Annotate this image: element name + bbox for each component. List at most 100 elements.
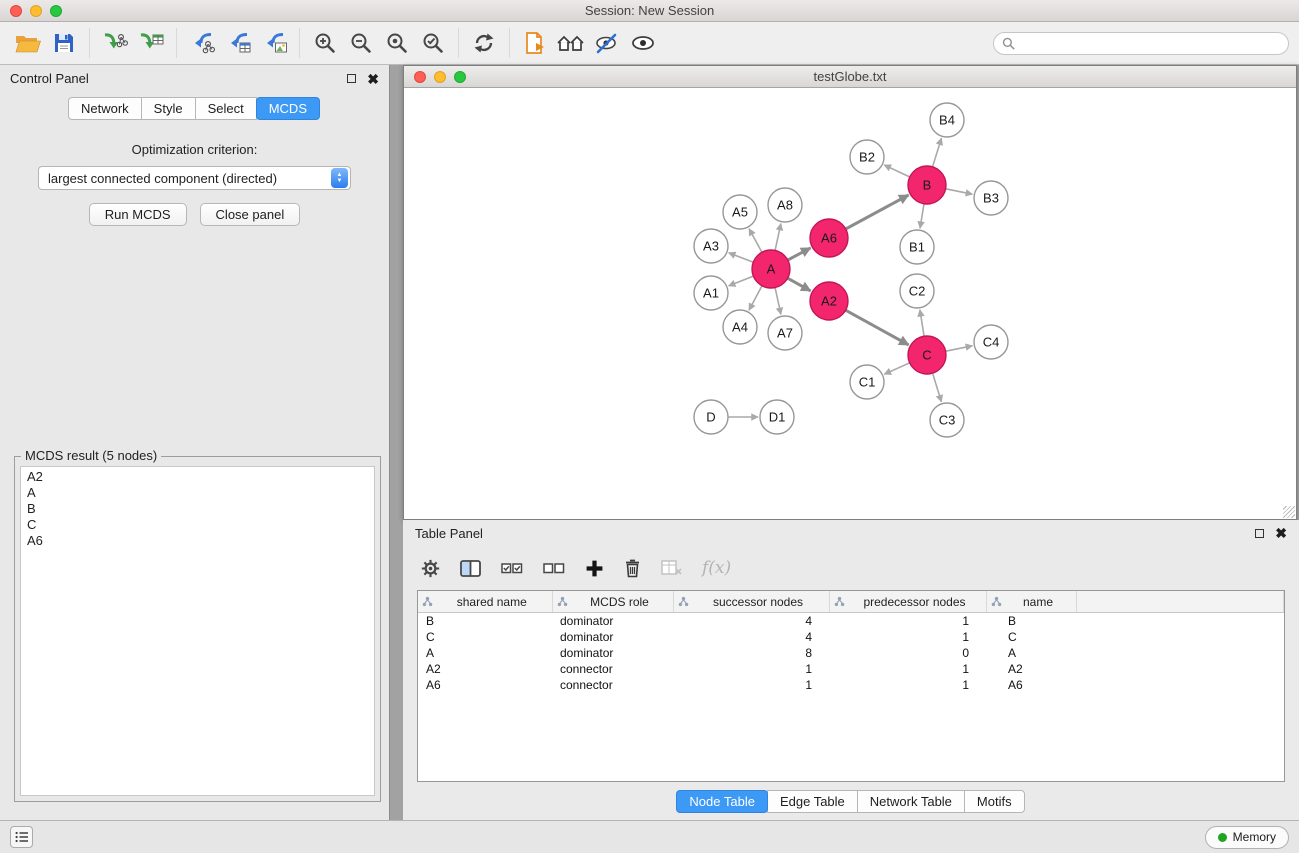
graph-node-A[interactable]: A <box>752 250 790 288</box>
table-cell[interactable]: 0 <box>829 645 986 661</box>
tab-mcds[interactable]: MCDS <box>256 97 320 120</box>
graph-edge-B-B2[interactable] <box>884 165 910 177</box>
tab-edge-table[interactable]: Edge Table <box>767 790 858 813</box>
table-cell[interactable]: B <box>418 613 552 629</box>
graph-edge-C-C2[interactable] <box>920 310 924 336</box>
table-row[interactable]: A2connector11A2 <box>418 661 1284 677</box>
graph-node-A2[interactable]: A2 <box>810 282 848 320</box>
column-header-shared-name[interactable]: shared name <box>418 591 552 613</box>
close-panel-icon[interactable]: ✖ <box>367 72 379 86</box>
select-all-button[interactable] <box>501 561 523 576</box>
graph-node-B[interactable]: B <box>908 166 946 204</box>
table-row[interactable]: Bdominator41B <box>418 613 1284 629</box>
export-image-button[interactable] <box>256 26 292 60</box>
memory-button[interactable]: Memory <box>1205 826 1289 849</box>
tab-style[interactable]: Style <box>141 97 196 120</box>
graph-edge-A-A8[interactable] <box>775 224 781 251</box>
result-item[interactable]: B <box>27 501 368 517</box>
close-window-button[interactable] <box>10 5 22 17</box>
result-item[interactable]: C <box>27 517 368 533</box>
graph-edge-C-C3[interactable] <box>933 373 942 402</box>
graph-node-D[interactable]: D <box>694 400 728 434</box>
column-header-successor-nodes[interactable]: successor nodes <box>673 591 829 613</box>
deselect-all-button[interactable] <box>543 561 565 576</box>
details-eye-button[interactable] <box>625 26 661 60</box>
style-eye-button[interactable] <box>589 26 625 60</box>
close-table-panel-icon[interactable]: ✖ <box>1275 526 1287 540</box>
graph-edge-A-A2[interactable] <box>788 278 811 291</box>
table-settings-button[interactable] <box>421 559 440 578</box>
minimize-window-button[interactable] <box>30 5 42 17</box>
resize-handle[interactable] <box>1283 506 1295 518</box>
graph-node-A5[interactable]: A5 <box>723 195 757 229</box>
table-row[interactable]: A6connector11A6 <box>418 677 1284 693</box>
add-column-button[interactable] <box>585 559 604 578</box>
table-cell[interactable]: 4 <box>673 629 829 645</box>
zoom-fit-button[interactable] <box>379 26 415 60</box>
graph-node-B3[interactable]: B3 <box>974 181 1008 215</box>
search-box[interactable] <box>993 32 1289 55</box>
show-columns-button[interactable] <box>460 560 481 577</box>
table-cell[interactable]: A6 <box>986 677 1076 693</box>
home-views-button[interactable] <box>553 26 589 60</box>
graph-node-C1[interactable]: C1 <box>850 365 884 399</box>
network-minimize-button[interactable] <box>434 71 446 83</box>
graph-edge-A-A7[interactable] <box>775 288 781 315</box>
float-panel-icon[interactable] <box>347 74 356 83</box>
function-builder-button[interactable]: f(x) <box>702 558 731 578</box>
graph-edge-A-A3[interactable] <box>729 253 754 262</box>
graph-edge-B-B3[interactable] <box>946 189 973 194</box>
graph-node-A6[interactable]: A6 <box>810 219 848 257</box>
graph-node-A7[interactable]: A7 <box>768 316 802 350</box>
search-input[interactable] <box>1020 36 1280 51</box>
table-cell[interactable]: 1 <box>829 613 986 629</box>
table-cell[interactable]: C <box>418 629 552 645</box>
graph-edge-A2-C[interactable] <box>846 310 909 345</box>
network-graph[interactable]: B4B2BB3A5A8A6A3B1AC2A1A2A4A7C4CC1DD1C3 <box>404 88 1296 519</box>
table-cell[interactable]: 1 <box>829 629 986 645</box>
graph-node-A1[interactable]: A1 <box>694 276 728 310</box>
graph-edge-A-A1[interactable] <box>729 276 754 286</box>
table-cell[interactable]: A <box>986 645 1076 661</box>
graph-node-C[interactable]: C <box>908 336 946 374</box>
table-cell[interactable]: connector <box>552 677 673 693</box>
table-cell[interactable]: 4 <box>673 613 829 629</box>
graph-node-C3[interactable]: C3 <box>930 403 964 437</box>
tab-node-table[interactable]: Node Table <box>676 790 768 813</box>
column-header-name[interactable]: name <box>986 591 1076 613</box>
zoom-selected-button[interactable] <box>415 26 451 60</box>
graph-edge-C-C4[interactable] <box>946 346 973 351</box>
graph-node-C2[interactable]: C2 <box>900 274 934 308</box>
graph-edge-A6-B[interactable] <box>846 195 909 229</box>
zoom-in-button[interactable] <box>307 26 343 60</box>
graph-edge-B-B1[interactable] <box>920 204 924 228</box>
run-mcds-button[interactable]: Run MCDS <box>89 203 187 226</box>
table-cell[interactable]: dominator <box>552 613 673 629</box>
network-zoom-button[interactable] <box>454 71 466 83</box>
open-file-button[interactable] <box>10 26 46 60</box>
column-header-predecessor-nodes[interactable]: predecessor nodes <box>829 591 986 613</box>
graph-edge-C-C1[interactable] <box>884 363 909 374</box>
table-cell[interactable]: C <box>986 629 1076 645</box>
table-cell[interactable]: 1 <box>673 677 829 693</box>
export-network-button[interactable] <box>184 26 220 60</box>
graph-node-B1[interactable]: B1 <box>900 230 934 264</box>
tab-network[interactable]: Network <box>68 97 142 120</box>
graph-node-A4[interactable]: A4 <box>723 310 757 344</box>
table-cell[interactable]: B <box>986 613 1076 629</box>
tab-network-table[interactable]: Network Table <box>857 790 965 813</box>
table-cell[interactable]: A2 <box>986 661 1076 677</box>
table-cell[interactable]: 1 <box>673 661 829 677</box>
tab-select[interactable]: Select <box>195 97 257 120</box>
criterion-dropdown[interactable]: largest connected component (directed) ▲… <box>38 166 351 190</box>
save-session-button[interactable] <box>46 26 82 60</box>
graph-node-D1[interactable]: D1 <box>760 400 794 434</box>
task-history-button[interactable] <box>10 826 33 848</box>
delete-column-button[interactable] <box>624 558 641 578</box>
graph-node-A3[interactable]: A3 <box>694 229 728 263</box>
import-table-button[interactable] <box>133 26 169 60</box>
table-row[interactable]: Cdominator41C <box>418 629 1284 645</box>
column-header-mcds-role[interactable]: MCDS role <box>552 591 673 613</box>
table-cell[interactable]: 1 <box>829 677 986 693</box>
result-item[interactable]: A6 <box>27 533 368 549</box>
